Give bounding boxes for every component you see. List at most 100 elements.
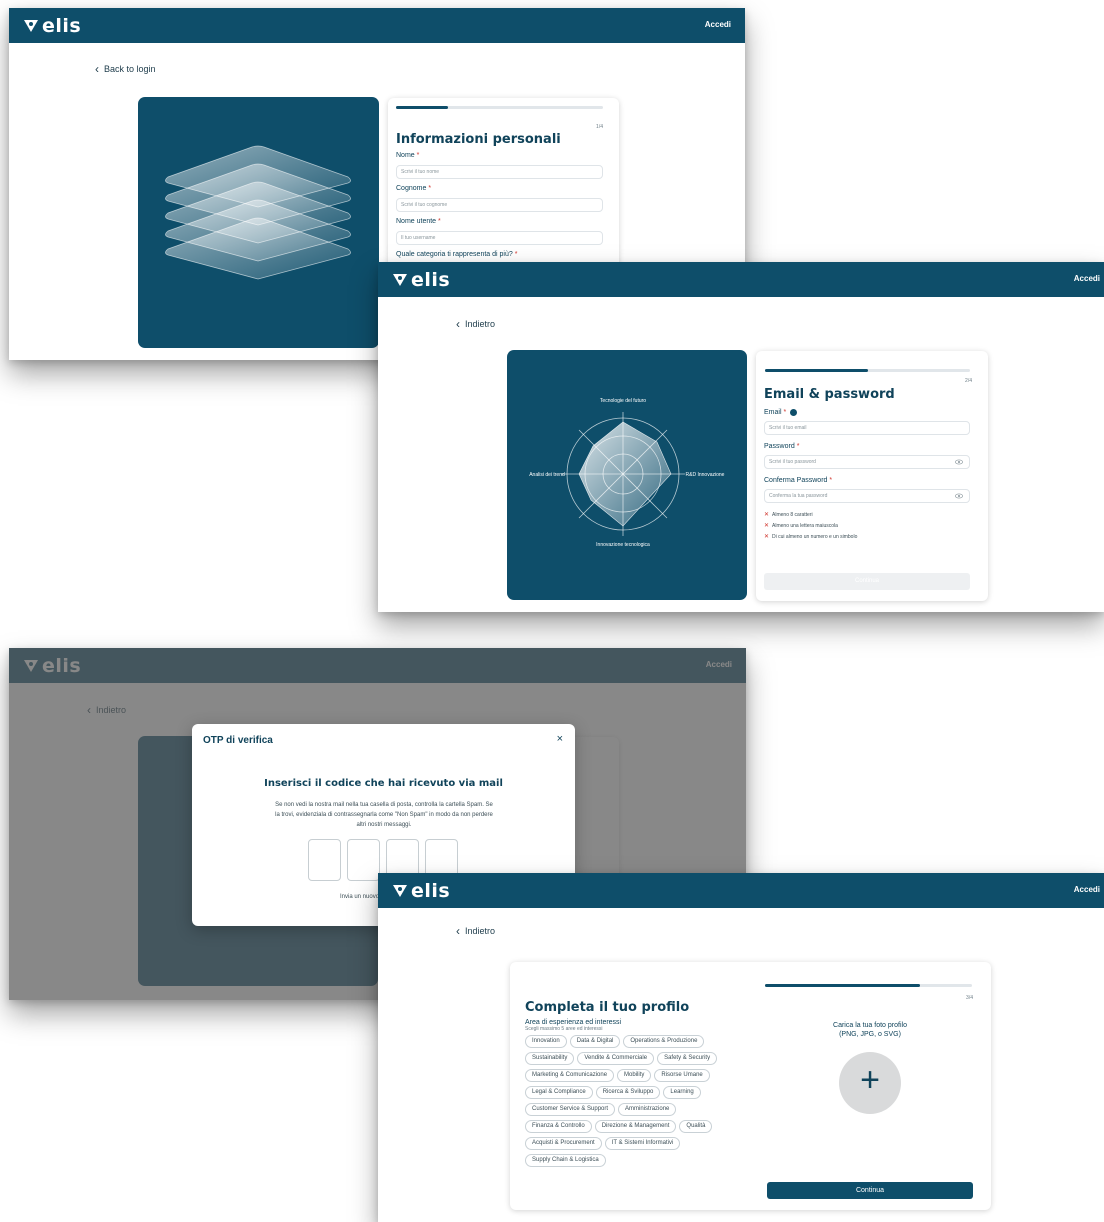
interest-chip[interactable]: Sustainability <box>525 1052 575 1065</box>
page-title: Informazioni personali <box>396 132 561 147</box>
layers-illustration <box>138 97 379 348</box>
eye-icon[interactable] <box>955 458 963 466</box>
progress-fill <box>396 106 448 109</box>
first-name-input[interactable]: Scrivi il tuo nome <box>396 165 603 179</box>
email-password-card: 2/4 Email & password Email * Scrivi il tu… <box>756 351 988 601</box>
radar-graphic: Tecnologie del futuro R&D Innovazione In… <box>529 398 725 548</box>
interest-chip[interactable]: Finanza & Controllo <box>525 1120 592 1133</box>
progress-bar <box>765 984 972 987</box>
interest-chip[interactable]: Acquisti & Procurement <box>525 1137 602 1150</box>
topbar: elis Accedi <box>9 8 745 43</box>
login-link[interactable]: Accedi <box>705 20 731 29</box>
continue-button[interactable]: Continua <box>767 1182 973 1199</box>
interest-chip[interactable]: Amministrazione <box>618 1103 677 1116</box>
interest-chip[interactable]: Qualità <box>679 1120 713 1133</box>
back-label: Indietro <box>465 319 496 329</box>
interest-chip[interactable]: Innovation <box>525 1035 567 1048</box>
progress-bar <box>765 369 970 372</box>
first-name-label: Nome * <box>396 152 420 159</box>
page-title: Completa il tuo profilo <box>525 1000 690 1015</box>
back-to-login-link[interactable]: ‹ Back to login <box>95 61 156 76</box>
topbar: elis Accedi <box>378 262 1104 297</box>
elis-logo[interactable]: elis <box>392 269 450 291</box>
continue-button[interactable]: Continua <box>764 573 970 590</box>
interests-label: Area di esperienza ed interessi <box>525 1019 622 1026</box>
interest-chip[interactable]: Vendite & Commerciale <box>577 1052 655 1065</box>
interest-chip[interactable]: Direzione & Management <box>594 1120 677 1133</box>
radar-label-bottom: Innovazione tecnologica <box>596 542 650 548</box>
confirm-password-label: Conferma Password * <box>764 477 833 484</box>
otp-heading: Inserisci il codice che hai ricevuto via… <box>264 778 503 789</box>
password-rule: ✕ Almeno 8 caratteri <box>764 511 813 519</box>
interest-chip[interactable]: Marketing & Comunicazione <box>525 1069 615 1082</box>
photo-upload-button[interactable]: + <box>839 1052 901 1114</box>
chevron-left-icon: ‹ <box>456 316 460 331</box>
progress-fill <box>765 984 921 987</box>
otp-digit-2[interactable] <box>347 839 380 881</box>
interest-chip[interactable]: Supply Chain & Logistica <box>525 1154 606 1167</box>
interest-chip[interactable]: IT & Sistemi Informativi <box>604 1137 681 1150</box>
interest-chip[interactable]: Data & Digital <box>569 1035 621 1048</box>
elis-logo[interactable]: elis <box>23 15 81 37</box>
page-title: Email & password <box>764 387 895 402</box>
step-indicator: 3/4 <box>966 995 973 1001</box>
password-label: Password * <box>764 443 800 450</box>
category-question-label: Quale categoria ti rappresenta di più? * <box>396 251 518 258</box>
email-input[interactable]: Scrivi il tuo email <box>764 421 970 435</box>
step-indicator: 2/4 <box>965 378 972 384</box>
otp-instructions: Se non vedi la nostra mail nella tua cas… <box>275 802 493 828</box>
password-rule: ✕ Almeno una lettera maiuscola <box>764 522 838 530</box>
password-rule: ✕ Di cui almeno un numero e un simbolo <box>764 533 858 541</box>
close-icon[interactable]: × <box>557 733 563 745</box>
login-link[interactable]: Accedi <box>1074 274 1100 283</box>
interest-chip[interactable]: Legal & Compliance <box>525 1086 593 1099</box>
email-label: Email * <box>764 409 798 416</box>
login-link[interactable]: Accedi <box>1074 885 1100 894</box>
username-label: Nome utente * <box>396 218 441 225</box>
username-input[interactable]: Il tuo username <box>396 231 603 245</box>
profile-card: 3/4 Completa il tuo profilo Area di espe… <box>510 962 991 1210</box>
back-label: Back to login <box>104 64 156 74</box>
last-name-label: Cognome * <box>396 185 432 192</box>
brand-name: elis <box>42 15 82 37</box>
elis-logo[interactable]: elis <box>392 880 450 902</box>
brand-name: elis <box>411 880 451 902</box>
password-placeholder: Scrivi il tuo password <box>769 459 816 465</box>
chevron-left-icon: ‹ <box>456 923 460 938</box>
plus-icon: + <box>860 1061 880 1099</box>
x-icon: ✕ <box>764 534 770 540</box>
back-link[interactable]: ‹ Indietro <box>456 316 496 331</box>
interest-chip[interactable]: Operations & Produzione <box>623 1035 705 1048</box>
stacked-layers-graphic <box>165 145 351 280</box>
radar-label-right: R&D Innovazione <box>686 472 725 478</box>
radar-illustration: Tecnologie del futuro R&D Innovazione In… <box>507 350 747 600</box>
interest-chip[interactable]: Safety & Security <box>657 1052 718 1065</box>
interest-chip[interactable]: Customer Service & Support <box>525 1103 616 1116</box>
interests-hint: Scegli massimo 5 aree ed interessi <box>525 1026 603 1032</box>
screen-email-password: elis Accedi ‹ Indietro Tecnologie del fu… <box>378 262 1104 612</box>
interest-chip[interactable]: Ricerca & Sviluppo <box>595 1086 661 1099</box>
elis-shield-icon <box>393 885 407 897</box>
info-icon[interactable] <box>790 409 798 416</box>
upload-label: Carica la tua foto profilo <box>833 1022 907 1029</box>
radar-label-top: Tecnologie del futuro <box>600 398 646 404</box>
last-name-input[interactable]: Scrivi il tuo cognome <box>396 198 603 212</box>
interest-chip[interactable]: Risorse Umane <box>654 1069 710 1082</box>
elis-shield-icon <box>393 274 407 286</box>
x-icon: ✕ <box>764 523 770 529</box>
confirm-password-placeholder: Conferma la tua password <box>769 493 828 499</box>
eye-icon[interactable] <box>955 492 963 500</box>
step-indicator: 1/4 <box>596 124 603 130</box>
otp-digit-1[interactable] <box>308 839 341 881</box>
interest-chips: Innovation Data & Digital Operations & P… <box>525 1035 741 1167</box>
back-link[interactable]: ‹ Indietro <box>456 923 495 938</box>
chevron-left-icon: ‹ <box>95 61 99 76</box>
modal-title: OTP di verifica <box>203 735 273 746</box>
password-input[interactable]: Scrivi il tuo password <box>764 455 970 469</box>
upload-formats: (PNG, JPG, o SVG) <box>839 1031 901 1038</box>
topbar: elis Accedi <box>378 873 1104 908</box>
interest-chip[interactable]: Learning <box>663 1086 701 1099</box>
interest-chip[interactable]: Mobility <box>617 1069 652 1082</box>
confirm-password-input[interactable]: Conferma la tua password <box>764 489 970 503</box>
x-icon: ✕ <box>764 512 770 518</box>
